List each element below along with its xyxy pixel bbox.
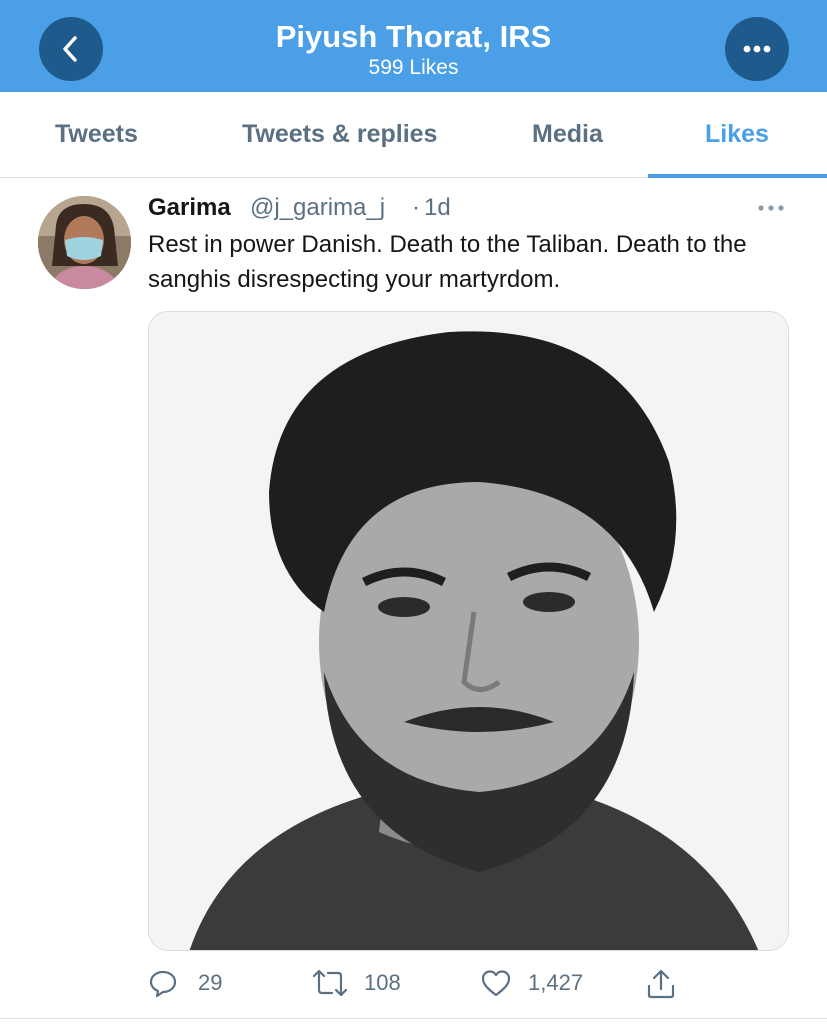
retweet-count: 108 [364, 970, 401, 995]
reply-button[interactable]: 29 [148, 960, 238, 1006]
author-avatar[interactable] [38, 196, 131, 289]
more-horizontal-icon [743, 45, 771, 53]
reply-count: 29 [198, 970, 223, 995]
more-options-button[interactable] [725, 17, 789, 81]
profile-name-title: Piyush Thorat, IRS [275, 19, 552, 54]
likes-count-subtitle: 599 Likes [368, 56, 459, 79]
tweet-divider [0, 1018, 827, 1019]
author-handle[interactable]: @j_garima_j [250, 193, 385, 223]
retweet-icon [312, 969, 348, 997]
tweet-timestamp[interactable]: 1d [424, 193, 451, 223]
tab-likes[interactable]: Likes [705, 118, 769, 150]
profile-header: Piyush Thorat, IRS 599 Likes [0, 0, 827, 92]
tweet-text: Rest in power Danish. Death to the Talib… [148, 231, 747, 293]
heart-icon [481, 970, 511, 997]
author-name[interactable]: Garima [148, 193, 231, 223]
like-count: 1,427 [528, 970, 584, 995]
profile-tabs: Tweets Tweets & replies Media Likes [0, 92, 827, 178]
tab-tweets-and-replies[interactable]: Tweets & replies [242, 118, 437, 150]
share-button[interactable] [645, 960, 679, 1006]
tab-media[interactable]: Media [532, 118, 603, 150]
active-tab-indicator [648, 174, 827, 178]
portrait-photo [149, 312, 788, 950]
tab-tweets[interactable]: Tweets [55, 118, 138, 150]
like-button[interactable]: 1,427 [480, 960, 600, 1006]
reply-icon [149, 970, 177, 998]
avatar-image [38, 196, 131, 289]
meta-separator: · [412, 194, 420, 221]
tweet-actions: 29 108 1,427 [0, 960, 827, 1010]
tweet-media-photo[interactable] [148, 311, 789, 951]
more-options-icon[interactable] [754, 198, 788, 218]
share-icon [647, 969, 675, 999]
retweet-button[interactable]: 108 [312, 960, 422, 1006]
